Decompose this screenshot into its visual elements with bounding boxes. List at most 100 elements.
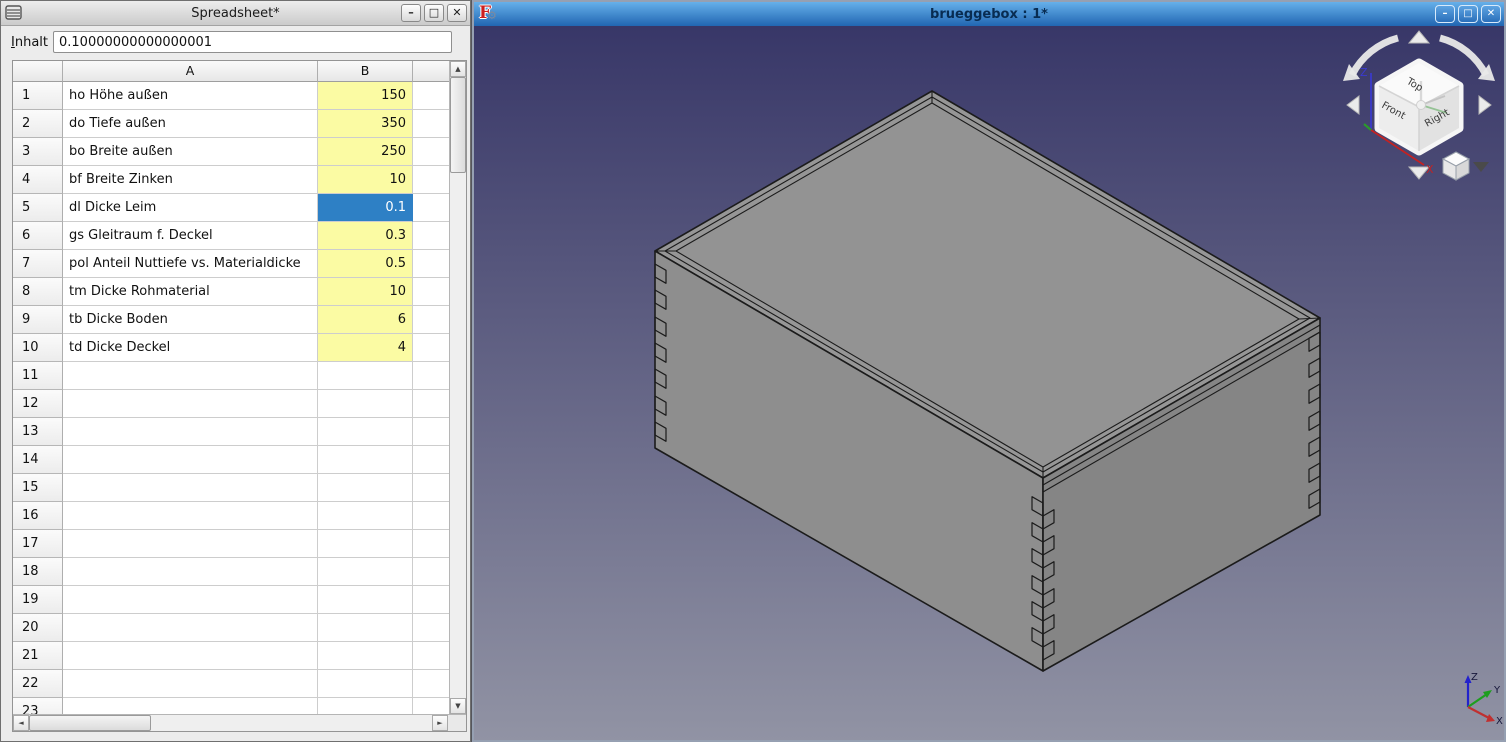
cell-B7[interactable]: 0.5: [318, 250, 413, 278]
close-button[interactable]: ✕: [1481, 5, 1501, 23]
cell-B20[interactable]: [318, 614, 413, 642]
cell-A1[interactable]: ho Höhe außen: [63, 82, 318, 110]
cell-A11[interactable]: [63, 362, 318, 390]
cell-B12[interactable]: [318, 390, 413, 418]
minimize-button[interactable]: –: [401, 4, 421, 22]
scroll-left-icon[interactable]: ◄: [13, 715, 29, 731]
cell-A13[interactable]: [63, 418, 318, 446]
cell-B3[interactable]: 250: [318, 138, 413, 166]
column-header-stub[interactable]: [413, 61, 449, 82]
cell-B8[interactable]: 10: [318, 278, 413, 306]
cell-B11[interactable]: [318, 362, 413, 390]
cell-stub-7[interactable]: [413, 250, 449, 278]
cell-A18[interactable]: [63, 558, 318, 586]
row-header-11[interactable]: 11: [13, 362, 63, 390]
cell-B16[interactable]: [318, 502, 413, 530]
row-header-15[interactable]: 15: [13, 474, 63, 502]
row-header-8[interactable]: 8: [13, 278, 63, 306]
row-header-16[interactable]: 16: [13, 502, 63, 530]
row-header-9[interactable]: 9: [13, 306, 63, 334]
row-header-2[interactable]: 2: [13, 110, 63, 138]
cell-stub-13[interactable]: [413, 418, 449, 446]
cell-stub-21[interactable]: [413, 642, 449, 670]
grid-corner[interactable]: [13, 61, 63, 82]
cell-B1[interactable]: 150: [318, 82, 413, 110]
cell-A17[interactable]: [63, 530, 318, 558]
row-header-12[interactable]: 12: [13, 390, 63, 418]
horizontal-scrollbar[interactable]: ◄ ►: [13, 714, 466, 731]
cell-B4[interactable]: 10: [318, 166, 413, 194]
maximize-button[interactable]: □: [424, 4, 444, 22]
cell-stub-2[interactable]: [413, 110, 449, 138]
cell-stub-15[interactable]: [413, 474, 449, 502]
cell-stub-4[interactable]: [413, 166, 449, 194]
cell-A16[interactable]: [63, 502, 318, 530]
cell-B9[interactable]: 6: [318, 306, 413, 334]
cell-stub-9[interactable]: [413, 306, 449, 334]
cell-stub-12[interactable]: [413, 390, 449, 418]
cell-stub-23[interactable]: [413, 698, 449, 714]
cell-A12[interactable]: [63, 390, 318, 418]
row-header-10[interactable]: 10: [13, 334, 63, 362]
cell-stub-3[interactable]: [413, 138, 449, 166]
row-header-19[interactable]: 19: [13, 586, 63, 614]
navigation-cube[interactable]: Top Front Right: [1379, 63, 1459, 151]
vertical-scroll-thumb[interactable]: [450, 77, 466, 173]
cell-stub-20[interactable]: [413, 614, 449, 642]
vertical-scrollbar[interactable]: ▲ ▼: [449, 61, 466, 714]
cell-B17[interactable]: [318, 530, 413, 558]
cell-B5[interactable]: 0.1: [318, 194, 413, 222]
content-input[interactable]: [53, 31, 452, 53]
cell-stub-5[interactable]: [413, 194, 449, 222]
cell-A4[interactable]: bf Breite Zinken: [63, 166, 318, 194]
cell-B13[interactable]: [318, 418, 413, 446]
row-header-5[interactable]: 5: [13, 194, 63, 222]
cell-A6[interactable]: gs Gleitraum f. Deckel: [63, 222, 318, 250]
cell-B10[interactable]: 4: [318, 334, 413, 362]
row-header-4[interactable]: 4: [13, 166, 63, 194]
cell-A10[interactable]: td Dicke Deckel: [63, 334, 318, 362]
column-header-b[interactable]: B: [318, 61, 413, 82]
cell-stub-22[interactable]: [413, 670, 449, 698]
row-header-6[interactable]: 6: [13, 222, 63, 250]
cell-A21[interactable]: [63, 642, 318, 670]
cell-A7[interactable]: pol Anteil Nuttiefe vs. Materialdicke: [63, 250, 318, 278]
cell-stub-17[interactable]: [413, 530, 449, 558]
minimize-button[interactable]: –: [1435, 5, 1455, 23]
row-header-17[interactable]: 17: [13, 530, 63, 558]
cell-A2[interactable]: do Tiefe außen: [63, 110, 318, 138]
row-header-23[interactable]: 23: [13, 698, 63, 714]
column-header-a[interactable]: A: [63, 61, 318, 82]
cell-A14[interactable]: [63, 446, 318, 474]
cell-A3[interactable]: bo Breite außen: [63, 138, 318, 166]
spreadsheet-titlebar[interactable]: Spreadsheet* – □ ✕: [1, 1, 470, 26]
cell-A20[interactable]: [63, 614, 318, 642]
cell-B22[interactable]: [318, 670, 413, 698]
cell-A15[interactable]: [63, 474, 318, 502]
cell-stub-1[interactable]: [413, 82, 449, 110]
cell-B2[interactable]: 350: [318, 110, 413, 138]
maximize-button[interactable]: □: [1458, 5, 1478, 23]
scroll-right-icon[interactable]: ►: [432, 715, 448, 731]
cell-stub-18[interactable]: [413, 558, 449, 586]
row-header-7[interactable]: 7: [13, 250, 63, 278]
scroll-down-icon[interactable]: ▼: [450, 698, 466, 714]
cell-B23[interactable]: [318, 698, 413, 714]
cell-B6[interactable]: 0.3: [318, 222, 413, 250]
row-header-20[interactable]: 20: [13, 614, 63, 642]
cell-stub-11[interactable]: [413, 362, 449, 390]
3d-viewport[interactable]: Top Front Right Z X: [474, 26, 1504, 740]
viewer-titlebar[interactable]: F ⚙ brueggebox : 1* – □ ✕: [474, 2, 1504, 27]
row-header-1[interactable]: 1: [13, 82, 63, 110]
cell-A5[interactable]: dl Dicke Leim: [63, 194, 318, 222]
cell-A23[interactable]: [63, 698, 318, 714]
cell-B18[interactable]: [318, 558, 413, 586]
row-header-18[interactable]: 18: [13, 558, 63, 586]
cell-stub-10[interactable]: [413, 334, 449, 362]
row-header-21[interactable]: 21: [13, 642, 63, 670]
cell-B21[interactable]: [318, 642, 413, 670]
cell-A19[interactable]: [63, 586, 318, 614]
cell-stub-19[interactable]: [413, 586, 449, 614]
row-header-14[interactable]: 14: [13, 446, 63, 474]
cell-B19[interactable]: [318, 586, 413, 614]
